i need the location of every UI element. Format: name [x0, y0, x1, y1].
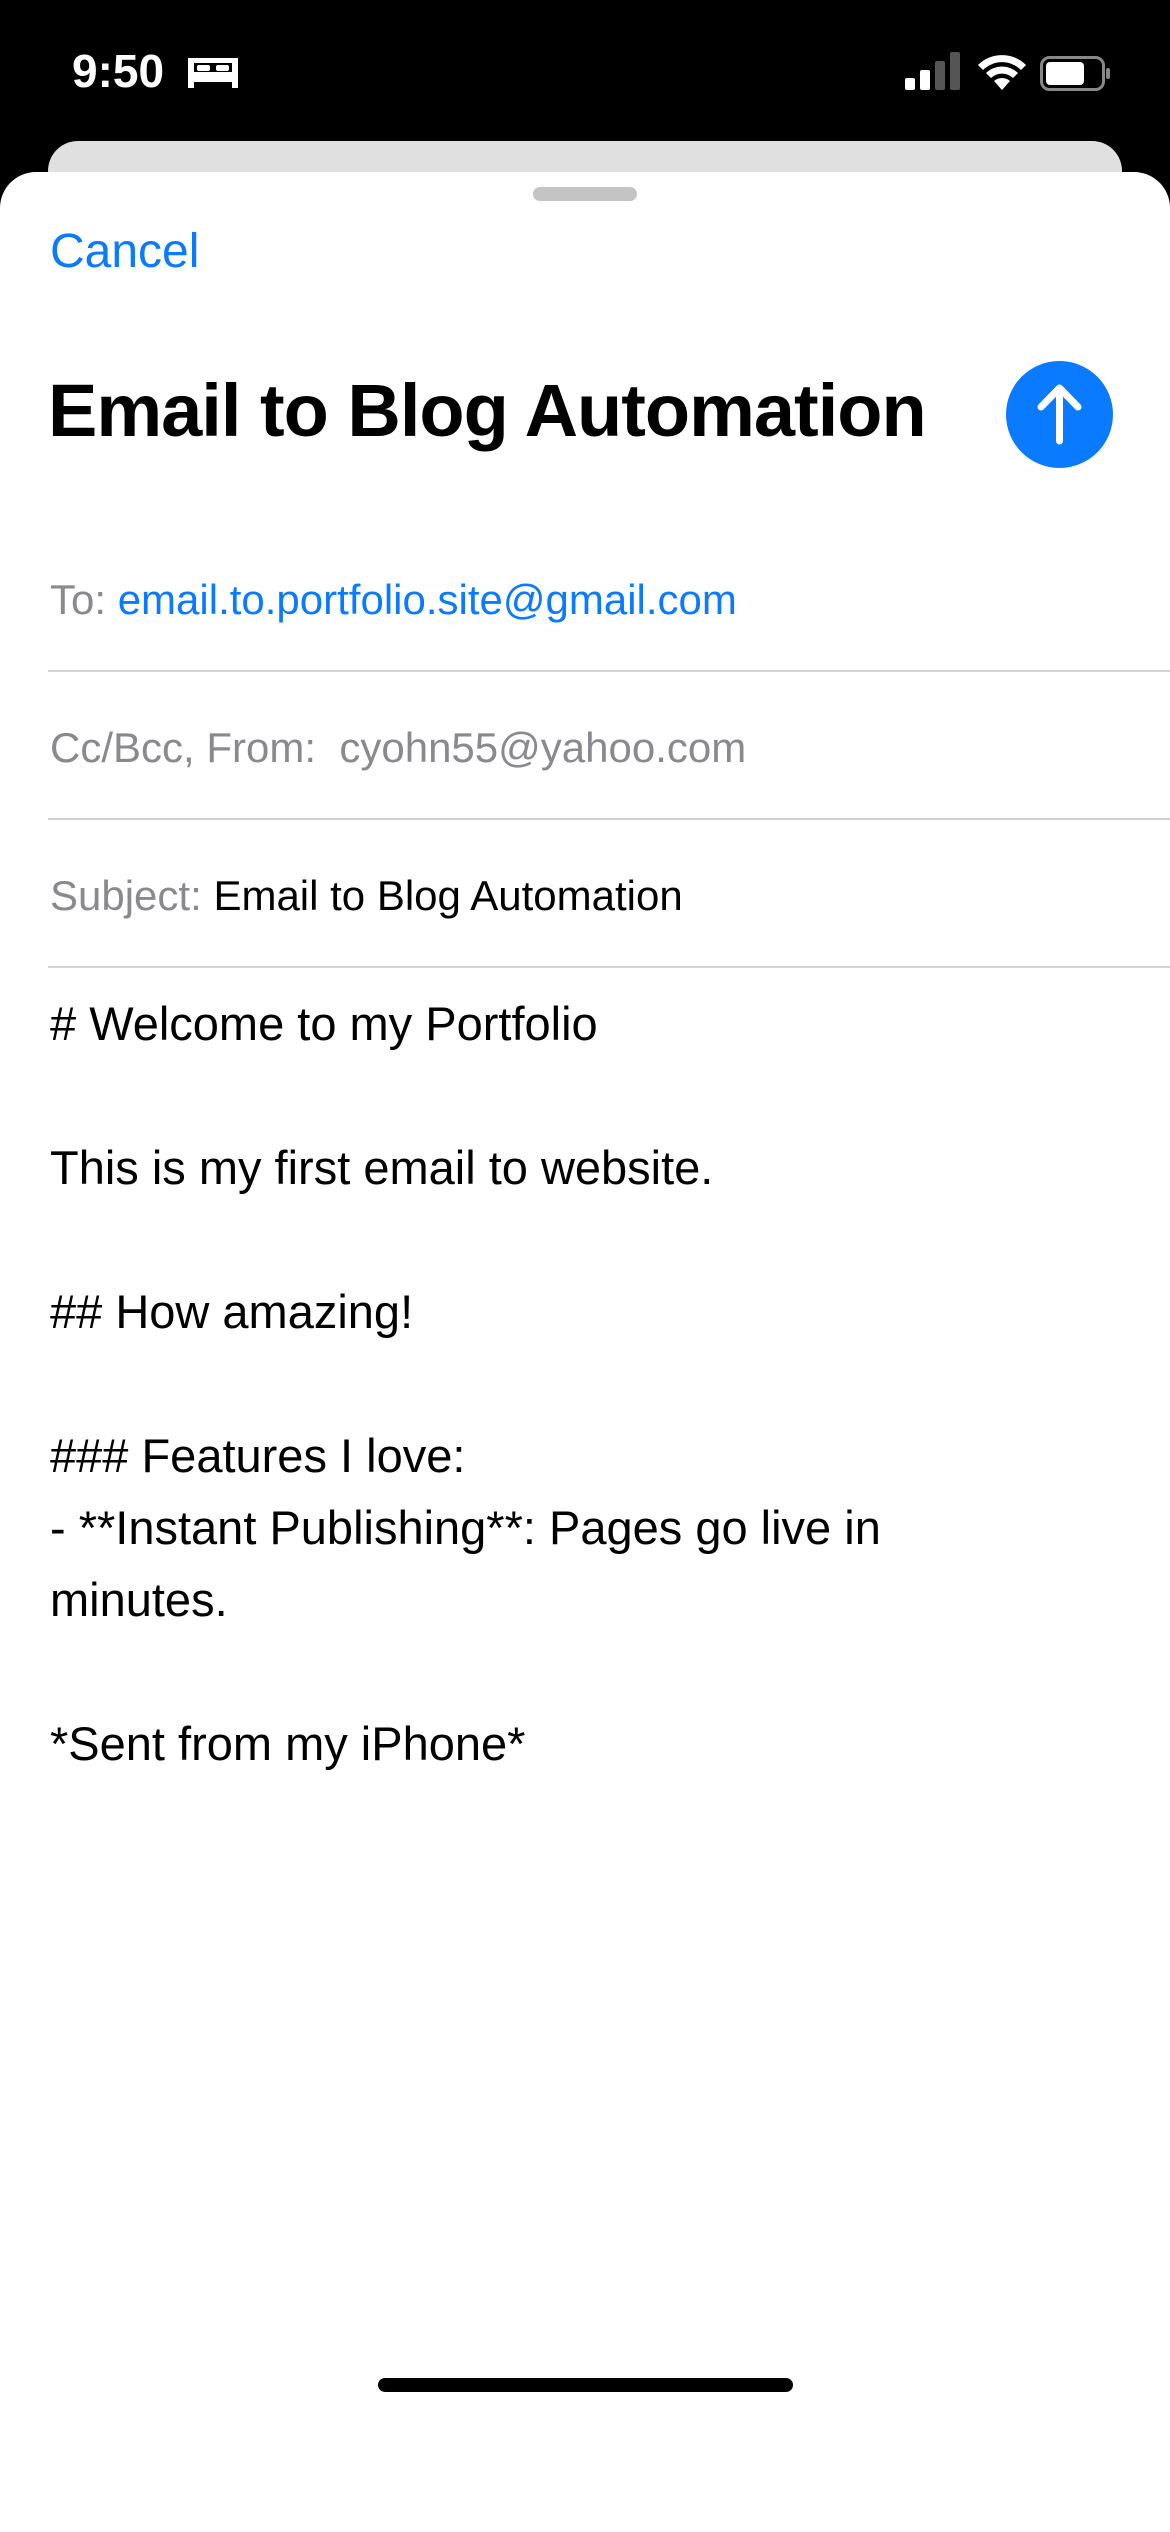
body-line: *Sent from my iPhone*: [50, 1717, 526, 1770]
body-line: ## How amazing!: [50, 1285, 414, 1338]
subject-field[interactable]: Subject: Email to Blog Automation: [48, 820, 1170, 968]
wifi-icon: [978, 55, 1026, 90]
from-address[interactable]: cyohn55@yahoo.com: [339, 724, 746, 771]
body-line: minutes.: [50, 1573, 228, 1626]
body-line: [50, 1348, 1130, 1420]
body-line: [50, 1060, 1130, 1132]
message-body[interactable]: # Welcome to my Portfolio This is my fir…: [50, 988, 1130, 1780]
bed-icon: [188, 58, 238, 88]
body-line: ### Features I love:: [50, 1429, 466, 1482]
compose-sheet: Cancel Email to Blog Automation To: emai…: [0, 172, 1170, 2532]
subject-input[interactable]: Email to Blog Automation: [213, 872, 682, 919]
body-line: [50, 1204, 1130, 1276]
subject-label: Subject:: [50, 872, 202, 919]
cancel-button[interactable]: Cancel: [50, 224, 199, 279]
arrow-up-icon: [1037, 384, 1082, 445]
send-button[interactable]: [1006, 361, 1113, 468]
cc-bcc-from-label: Cc/Bcc, From:: [50, 724, 317, 771]
to-recipient[interactable]: email.to.portfolio.site@gmail.com: [118, 576, 737, 623]
battery-icon: [1040, 56, 1110, 91]
home-indicator[interactable]: [378, 2378, 793, 2392]
body-line: - **Instant Publishing**: Pages go live …: [50, 1501, 881, 1554]
body-line: This is my first email to website.: [50, 1141, 714, 1194]
to-label: To:: [50, 576, 107, 623]
body-line: [50, 1636, 1130, 1708]
to-field[interactable]: To: email.to.portfolio.site@gmail.com: [48, 524, 1170, 672]
sheet-grabber[interactable]: [533, 187, 637, 201]
compose-title: Email to Blog Automation: [48, 369, 927, 452]
cc-bcc-from-field[interactable]: Cc/Bcc, From: cyohn55@yahoo.com: [48, 672, 1170, 820]
status-bar: 9:50: [0, 0, 1170, 140]
status-time: 9:50: [72, 45, 165, 97]
signal-icon: [905, 52, 960, 90]
body-line: # Welcome to my Portfolio: [50, 997, 598, 1050]
